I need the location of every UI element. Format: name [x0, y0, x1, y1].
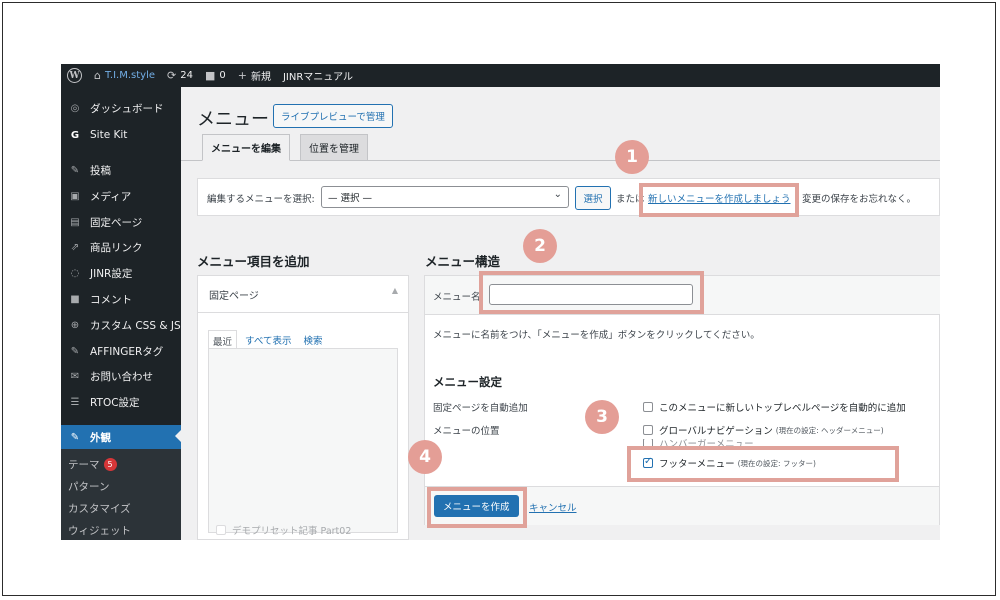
step-4-badge: 4: [408, 440, 442, 474]
new-label: 新規: [250, 72, 271, 83]
pages-list: デモプリセット記事 Part02: [208, 348, 398, 537]
highlight-menu-name: [479, 271, 704, 314]
caret-up-icon[interactable]: ▲: [392, 286, 398, 295]
sidebar-item-appearance[interactable]: ✎ 外観: [61, 425, 181, 449]
step-1-badge: 1: [615, 140, 649, 174]
sidebar-item-comments[interactable]: ■ コメント: [61, 288, 181, 310]
select-button[interactable]: 選択: [575, 186, 611, 210]
updates-count: 24: [180, 70, 193, 81]
select-menu-label: 編集するメニューを選択:: [207, 194, 315, 205]
pin-icon: ✎: [70, 164, 80, 176]
sidebar-item-rtoc[interactable]: ☰ RTOC設定: [61, 391, 181, 413]
appearance-submenu: テーマ 5 パターン カスタマイズ ウィジェット: [61, 449, 181, 540]
tab-divider: [181, 160, 940, 161]
auto-add-option[interactable]: このメニューに新しいトップレベルページを自動的に追加: [643, 400, 906, 414]
step-2-badge: 2: [523, 229, 557, 263]
refresh-icon: ⟳: [167, 69, 177, 82]
pages-accordion-title[interactable]: 固定ページ: [209, 287, 259, 302]
sidebar-item-posts[interactable]: ✎ 投稿: [61, 159, 181, 181]
auto-add-checkbox[interactable]: [643, 402, 653, 412]
menu-select[interactable]: — 選択 — ⌄: [321, 186, 569, 208]
page-checkbox[interactable]: [216, 525, 226, 535]
sidebar-item-media[interactable]: ▣ メディア: [61, 185, 181, 207]
live-preview-button[interactable]: ライブプレビューで管理: [273, 104, 393, 128]
sidebar-item-jinr[interactable]: ◌ JINR設定: [61, 262, 181, 284]
step-3-badge: 3: [585, 400, 619, 434]
highlight-create-link: [639, 183, 799, 217]
sidebar-item-custom-css[interactable]: ⊕ カスタム CSS & JS: [61, 314, 181, 336]
wordpress-logo-icon[interactable]: W: [61, 64, 88, 87]
comments-link[interactable]: ■ 0: [199, 64, 232, 87]
new-content-link[interactable]: + 新規: [232, 64, 277, 87]
panel-divider: [198, 312, 408, 313]
site-link[interactable]: ⌂ T.I.M.style: [88, 64, 161, 87]
tab-edit-menus[interactable]: メニューを編集: [202, 134, 290, 161]
add-items-panel: 固定ページ ▲ 最近 すべて表示 検索 デモプリセット記事 Part02: [197, 275, 409, 540]
sidebar-item-sitekit[interactable]: G Site Kit: [61, 124, 181, 146]
tag-icon: ✎: [70, 345, 80, 357]
submenu-item-customize[interactable]: カスタマイズ: [68, 501, 131, 516]
plus-icon: +: [237, 69, 247, 82]
sitekit-icon: G: [70, 129, 80, 141]
manual-label: JINRマニュアル: [282, 72, 353, 83]
plus-circle-icon: ⊕: [70, 319, 80, 331]
themes-update-badge: 5: [103, 458, 117, 471]
home-icon: ⌂: [94, 69, 101, 82]
updates-link[interactable]: ⟳ 24: [161, 64, 199, 87]
submenu-item-patterns[interactable]: パターン: [68, 479, 109, 494]
chevron-down-icon: ⌄: [553, 189, 562, 200]
global-nav-checkbox[interactable]: [643, 425, 653, 435]
appearance-icon: ✎: [70, 431, 80, 443]
sidebar-item-dashboard[interactable]: ◎ ダッシュボード: [61, 97, 181, 119]
page-icon: ▤: [70, 216, 80, 228]
page-title: メニュー: [197, 109, 269, 130]
sidebar-item-product-links[interactable]: ⇗ 商品リンク: [61, 236, 181, 258]
tab-manage-locations[interactable]: 位置を管理: [300, 134, 368, 161]
menu-structure-heading: メニュー構造: [425, 254, 501, 269]
comment-bubble-icon: ■: [204, 69, 216, 82]
location-global-nav[interactable]: グローバルナビゲーション (現在の設定: ヘッダーメニュー): [643, 423, 884, 437]
menu-selector-bar: 編集するメニューを選択: — 選択 — ⌄ 選択 または 新しいメニューを作成し…: [197, 178, 940, 216]
list-icon: ☰: [70, 396, 80, 408]
comment-icon: ■: [70, 293, 80, 305]
dashboard-icon: ◎: [70, 102, 80, 114]
comments-count: 0: [219, 70, 226, 81]
manual-link[interactable]: JINRマニュアル: [277, 64, 359, 87]
wp-admin-screenshot: W ⌂ T.I.M.style ⟳ 24 ■ 0 + 新規 JINRマニュアル …: [61, 64, 940, 540]
link-icon: ⇗: [70, 241, 80, 253]
menu-name-label: メニュー名: [433, 292, 481, 303]
menu-settings-heading: メニュー設定: [433, 375, 502, 389]
mail-icon: ✉: [70, 370, 80, 382]
submenu-item-themes[interactable]: テーマ 5: [68, 457, 117, 472]
highlight-footer-location: [627, 446, 899, 482]
sidebar-item-affinger[interactable]: ✎ AFFINGERタグ: [61, 340, 181, 362]
sidebar-item-contact[interactable]: ✉ お問い合わせ: [61, 365, 181, 387]
jinr-icon: ◌: [70, 267, 80, 279]
auto-add-label: 固定ページを自動追加: [433, 403, 528, 414]
admin-bar: W ⌂ T.I.M.style ⟳ 24 ■ 0 + 新規 JINRマニュアル: [61, 64, 940, 87]
instructions-text: メニューに名前をつけ、「メニューを作成」ボタンをクリックしてください。: [433, 330, 760, 341]
site-name: T.I.M.style: [104, 70, 155, 81]
submenu-item-widgets[interactable]: ウィジェット: [68, 523, 131, 538]
add-menu-items-heading: メニュー項目を追加: [197, 254, 310, 269]
highlight-create-button: [427, 487, 527, 528]
sidebar-item-pages[interactable]: ▤ 固定ページ: [61, 211, 181, 233]
list-item[interactable]: デモプリセット記事 Part02: [216, 523, 351, 537]
cancel-link[interactable]: キャンセル: [529, 500, 577, 514]
media-icon: ▣: [70, 190, 80, 202]
save-reminder: 変更の保存をお忘れなく。: [802, 194, 917, 205]
menu-location-label: メニューの位置: [433, 426, 500, 437]
